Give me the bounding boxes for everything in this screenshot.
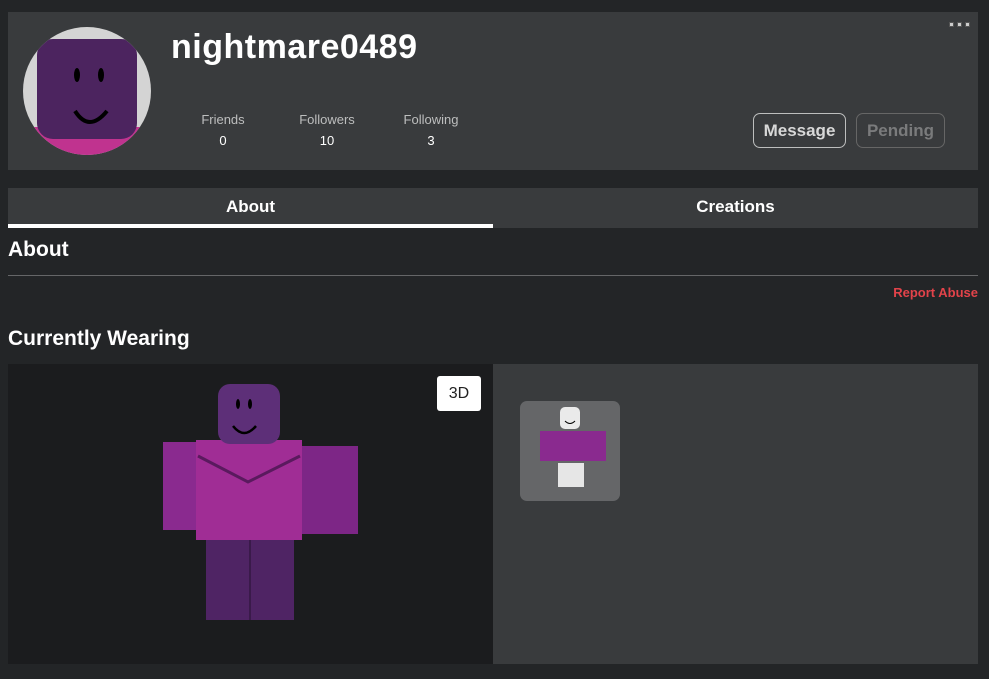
stat-friends[interactable]: Friends 0 <box>171 112 275 148</box>
item-thumbnail-icon <box>540 407 606 487</box>
avatar-viewer[interactable]: 3D <box>8 364 493 664</box>
stat-label: Followers <box>299 112 355 127</box>
about-heading: About <box>8 238 69 261</box>
stats-row: Friends 0 Followers 10 Following 3 <box>171 112 483 148</box>
divider <box>8 275 978 276</box>
wearing-items-panel <box>493 364 978 664</box>
stat-followers[interactable]: Followers 10 <box>275 112 379 148</box>
pending-button[interactable]: Pending <box>856 113 945 148</box>
tab-creations[interactable]: Creations <box>493 188 978 228</box>
tab-about[interactable]: About <box>8 188 493 228</box>
stat-value: 10 <box>319 133 335 148</box>
message-button[interactable]: Message <box>753 113 846 148</box>
wearing-item-card[interactable] <box>520 401 620 501</box>
stat-value: 0 <box>219 133 227 148</box>
profile-tabs: About Creations <box>8 188 978 228</box>
stat-value: 3 <box>427 133 435 148</box>
currently-wearing-heading: Currently Wearing <box>8 327 190 350</box>
stat-label: Following <box>403 112 459 127</box>
profile-header: nightmare0489 Friends 0 Followers 10 Fol… <box>8 12 978 170</box>
avatar-3d-figure-icon <box>163 384 358 620</box>
report-abuse-link[interactable]: Report Abuse <box>893 285 978 300</box>
stat-label: Friends <box>201 112 245 127</box>
toggle-3d-button[interactable]: 3D <box>437 376 481 411</box>
more-options-icon[interactable] <box>949 22 970 27</box>
username: nightmare0489 <box>171 28 418 66</box>
stat-following[interactable]: Following 3 <box>379 112 483 148</box>
avatar[interactable] <box>23 27 151 155</box>
avatar-head-icon <box>23 39 151 155</box>
